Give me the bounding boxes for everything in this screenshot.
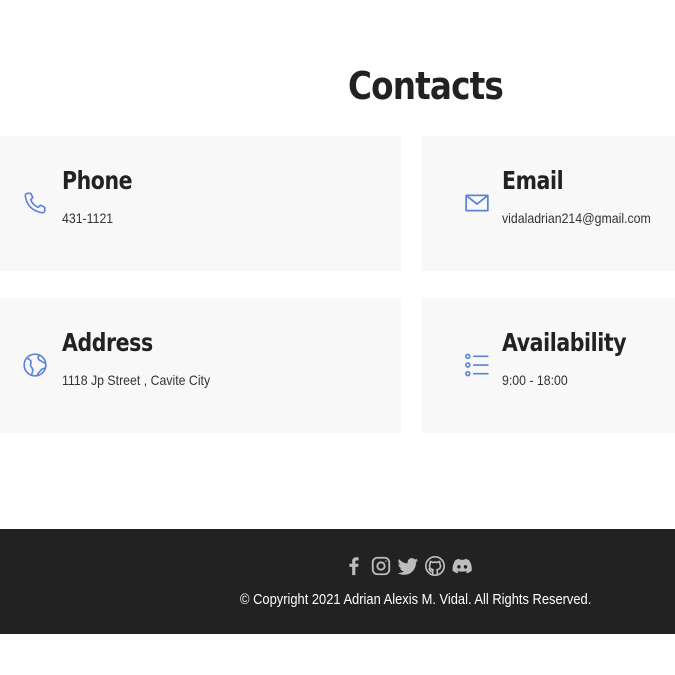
copyright-text: © Copyright 2021 Adrian Alexis M. Vidal.… (240, 591, 592, 608)
email-heading: Email (502, 166, 564, 195)
address-value: 1118 Jp Street , Cavite City (62, 372, 211, 388)
email-value: vidaladrian214@gmail.com (502, 210, 651, 226)
social-links (343, 555, 473, 577)
phone-value: 431-1121 (62, 210, 114, 226)
footer: © Copyright 2021 Adrian Alexis M. Vidal.… (0, 529, 675, 634)
globe-icon (22, 352, 48, 378)
contacts-page: Contacts Phone 431-1121 Email vidaladria… (0, 0, 675, 675)
address-card: Address 1118 Jp Street , Cavite City (0, 298, 401, 433)
address-heading: Address (62, 328, 153, 357)
availability-card: Availability 9:00 - 18:00 (422, 298, 675, 433)
discord-icon[interactable] (451, 555, 473, 577)
facebook-icon[interactable] (343, 555, 365, 577)
page-title: Contacts (348, 64, 504, 108)
instagram-icon[interactable] (370, 555, 392, 577)
availability-value: 9:00 - 18:00 (502, 372, 568, 388)
github-icon[interactable] (424, 555, 446, 577)
phone-heading: Phone (62, 166, 133, 195)
twitter-icon[interactable] (397, 555, 419, 577)
phone-icon (22, 190, 48, 216)
availability-heading: Availability (502, 328, 627, 357)
list-icon (464, 352, 490, 378)
phone-card: Phone 431-1121 (0, 136, 401, 271)
mail-icon (464, 190, 490, 216)
email-card: Email vidaladrian214@gmail.com (422, 136, 675, 271)
